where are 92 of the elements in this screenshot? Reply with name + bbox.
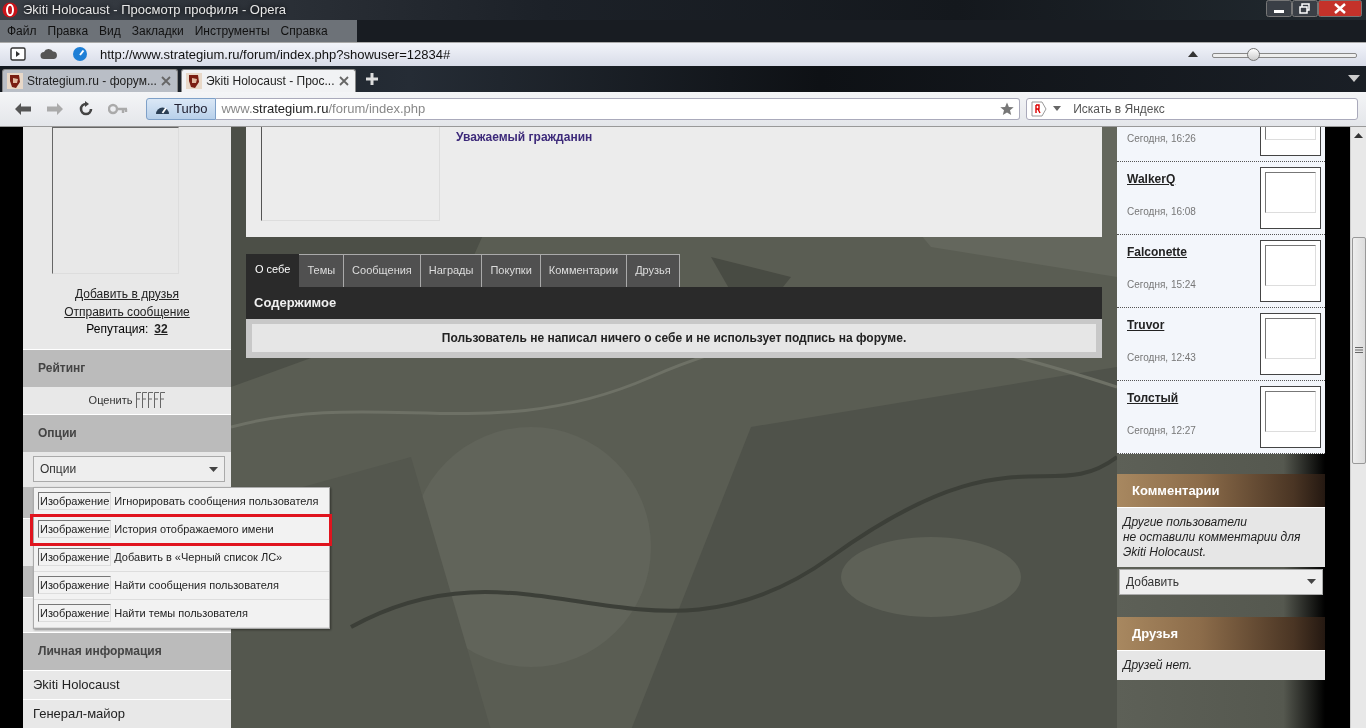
caret-icon (1307, 579, 1316, 585)
rating-icon[interactable] (142, 392, 148, 409)
restore-icon[interactable] (1292, 0, 1318, 17)
address-text: www.strategium.ru/forum/index.php (221, 101, 426, 117)
cloud-icon[interactable] (40, 48, 58, 61)
reputation-label: Репутация: (86, 320, 149, 337)
favicon-icon (185, 72, 202, 89)
rank-title: Уважаемый гражданин (456, 128, 593, 146)
section-header: Комментарии (1117, 473, 1325, 507)
visit-time: Сегодня, 16:26 (1127, 132, 1196, 144)
scroll-thumb[interactable] (1352, 236, 1366, 464)
window-title: Эkiti Holocaust - Просмотр профиля - Opera (23, 2, 286, 18)
menu-item[interactable]: Изображение История отображаемого имени (32, 515, 330, 544)
grip-icon (1355, 347, 1363, 354)
search-field[interactable]: Искать в Яндекс (1067, 101, 1353, 116)
scrollbar[interactable] (1350, 126, 1366, 728)
options-select[interactable]: Опции (33, 456, 225, 483)
rating-icon[interactable] (160, 392, 166, 409)
zoom-slider[interactable] (1212, 48, 1357, 61)
profile-tab[interactable]: Награды (420, 253, 483, 287)
broken-image-icon: Изображение (38, 576, 112, 595)
profile-tab[interactable]: О себе (246, 253, 300, 287)
visit-time: Сегодня, 12:27 (1127, 424, 1196, 436)
rating-icon[interactable] (154, 392, 160, 409)
address-field[interactable]: www.strategium.ru/forum/index.php (216, 97, 1021, 120)
profile-tab[interactable]: Друзья (627, 253, 680, 287)
panel-icon[interactable] (10, 47, 26, 62)
menu-item[interactable]: Вид (94, 23, 127, 38)
menu-item[interactable]: Закладки (126, 23, 190, 38)
browser-tab[interactable]: Strategium.ru - форум... (2, 68, 178, 92)
browser-logo-icon (2, 1, 18, 18)
arrow-up-icon[interactable] (1354, 132, 1363, 138)
avatar-thumbnail[interactable] (1260, 385, 1321, 448)
menu-item[interactable]: Правка (42, 23, 95, 38)
close-icon[interactable] (1318, 0, 1362, 17)
section-header: Друзья (1117, 616, 1325, 650)
favicon-icon (7, 72, 23, 89)
friends-text: Друзей нет. (1117, 649, 1325, 680)
menu-item[interactable]: Файл (2, 23, 43, 38)
caret-icon[interactable] (1053, 106, 1062, 112)
visitor-name[interactable]: Truvor (1127, 317, 1165, 332)
page-url: http://www.strategium.ru/forum/index.php?showuser=12834# (100, 46, 451, 62)
plus-icon[interactable] (364, 71, 379, 86)
section-header: Личная информация (23, 632, 231, 670)
profile-tab[interactable]: Покупки (482, 253, 541, 287)
section-header: Рейтинг (23, 348, 231, 387)
visitor-name[interactable]: Falconette (1127, 244, 1187, 259)
star-icon[interactable] (1000, 101, 1015, 116)
visit-time: Сегодня, 12:43 (1127, 351, 1196, 363)
reputation-value[interactable]: 32 (154, 320, 168, 337)
rate-label: Оценить (88, 394, 133, 407)
profile-link[interactable]: Добавить в друзья (75, 284, 179, 303)
broken-image-icon: Изображение (38, 604, 112, 623)
broken-image-icon: Изображение (38, 492, 112, 511)
close-icon[interactable] (160, 75, 171, 86)
close-icon[interactable] (338, 75, 349, 86)
visitor-name[interactable]: WalkerQ (1127, 171, 1176, 186)
broken-image-icon: Изображение (38, 548, 112, 567)
turbo-button[interactable]: Turbo (146, 97, 217, 120)
caret-icon (209, 466, 218, 472)
caret-icon[interactable] (1348, 75, 1360, 83)
rating-icon[interactable] (148, 392, 154, 409)
speedometer-icon[interactable] (72, 46, 88, 63)
avatar-thumbnail[interactable] (1260, 166, 1321, 229)
comments-text: Другие пользователи не оставили комментарии для Эkiti Holocaust. (1117, 506, 1325, 567)
menu-item[interactable]: Изображение Добавить в «Черный список ЛС» (34, 543, 329, 572)
add-select[interactable]: Добавить (1119, 568, 1323, 595)
visitor-name[interactable]: Толстый (1127, 390, 1179, 405)
profile-tab[interactable]: Комментарии (540, 253, 628, 287)
profile-tab[interactable]: Сообщения (344, 253, 421, 287)
broken-image-icon: Изображение (38, 520, 112, 539)
content-header: Содержимое (246, 286, 1102, 319)
section-header: Опции (23, 414, 231, 452)
triangle-icon[interactable] (1188, 51, 1198, 58)
menu-item[interactable]: Инструменты (189, 23, 276, 38)
avatar-thumbnail[interactable] (1260, 312, 1321, 375)
menu-item[interactable]: Справка (275, 23, 334, 38)
minimize-icon[interactable] (1266, 0, 1292, 17)
search-box[interactable]: Искать в Яндекс (1026, 97, 1358, 120)
browser-tab[interactable]: Эkiti Holocaust - Прос... (180, 68, 356, 92)
rating-icon[interactable] (136, 392, 142, 409)
back-icon[interactable] (14, 101, 32, 116)
menu-item[interactable]: Изображение Найти темы пользователя (34, 599, 329, 628)
about-message: Пользователь не написал ничего о себе и не использует подпись на форуме. (252, 323, 1096, 352)
profile-link[interactable]: Отправить сообщение (64, 302, 190, 321)
menu-item[interactable]: Изображение Найти сообщения пользователя (34, 571, 329, 600)
visit-time: Сегодня, 15:24 (1127, 278, 1196, 290)
avatar-thumbnail[interactable] (1260, 239, 1321, 302)
search-engine-icon (1031, 100, 1048, 117)
reload-icon[interactable] (78, 100, 94, 117)
visit-time: Сегодня, 16:08 (1127, 205, 1196, 217)
profile-tab[interactable]: Темы (299, 253, 345, 287)
